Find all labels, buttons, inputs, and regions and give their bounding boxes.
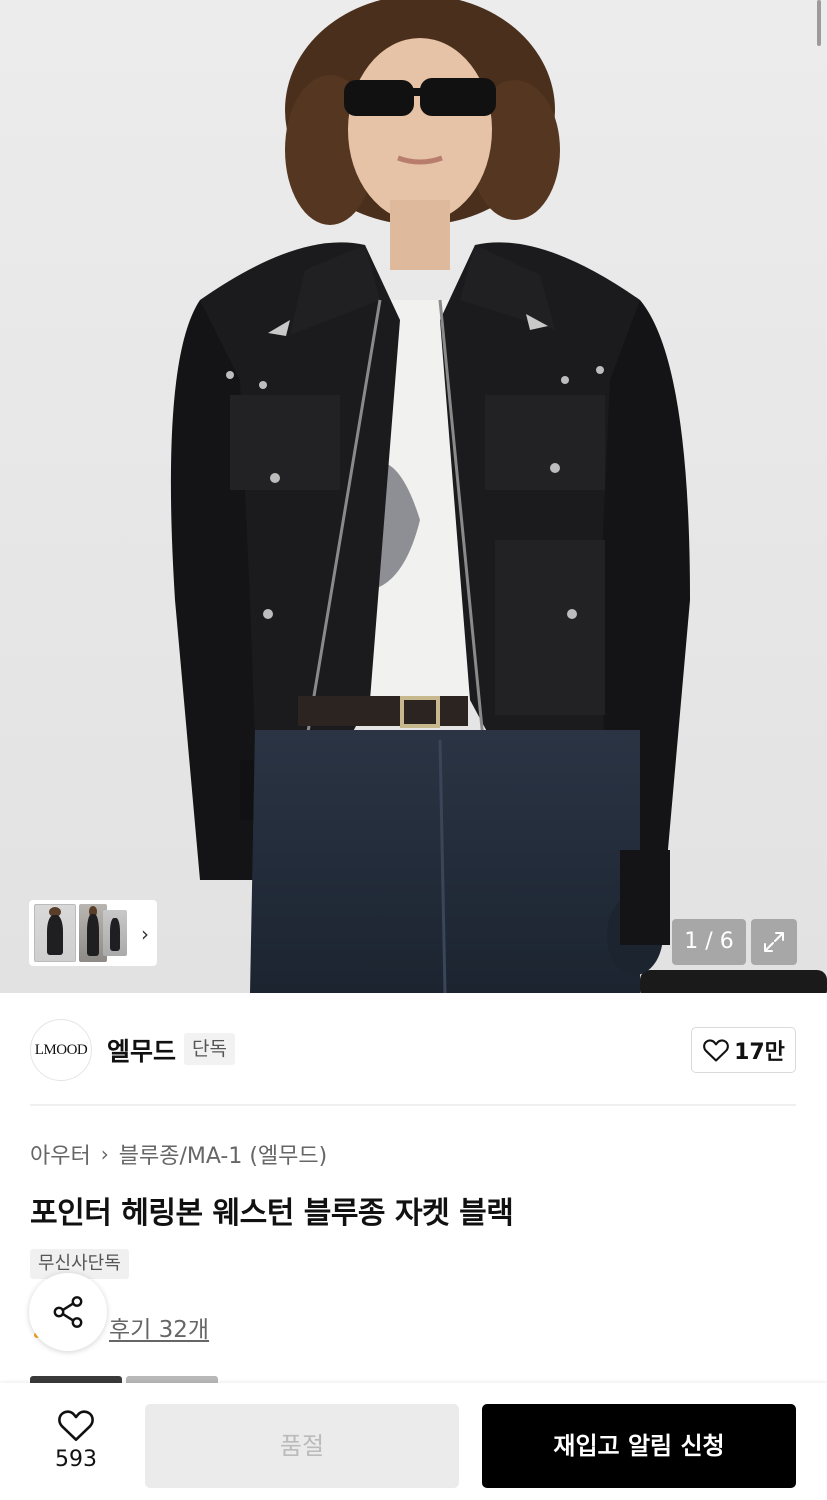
thumbnail-strip[interactable]: › [29,900,157,966]
breadcrumb-item-category[interactable]: 블루종/MA-1 (엘무드) [119,1138,328,1170]
product-title: 포인터 헤링본 웨스턴 블루종 자켓 블랙 [30,1196,514,1231]
divider [30,1104,796,1106]
brand-logo[interactable]: LMOOD [30,1019,92,1081]
breadcrumb: 아우터 › 블루종/MA-1 (엘무드) [30,1138,327,1170]
brand-name[interactable]: 엘무드 [107,1032,176,1068]
chevron-right-icon[interactable]: › [141,922,149,946]
review-link[interactable]: 후기 32개 [109,1310,209,1344]
restock-alert-button[interactable]: 재입고 알림 신청 [482,1404,796,1488]
chevron-right-icon: › [100,1142,109,1166]
product-photo [0,0,827,993]
bottom-action-bar: 593 품절 재입고 알림 신청 [0,1383,827,1500]
expand-icon [764,932,784,952]
brand-row: LMOOD 엘무드 단독 17만 [0,994,827,1106]
soldout-button: 품절 [145,1404,459,1488]
page-scrollbar[interactable] [817,0,821,46]
thumbnail-1[interactable] [34,904,76,962]
breadcrumb-item-outer[interactable]: 아우터 [30,1138,91,1170]
image-counter: 1 / 6 [672,919,746,965]
brand-like-count: 17만 [734,1040,785,1065]
share-icon [53,1296,83,1328]
exclusive-tag: 단독 [184,1033,235,1065]
wishlist-count: 593 [55,1447,97,1472]
heart-icon [58,1410,94,1442]
expand-button[interactable] [751,919,797,965]
share-button[interactable] [29,1273,107,1351]
heart-icon [703,1039,729,1062]
product-image-gallery[interactable]: › 1 / 6 [0,0,827,993]
brand-like-button[interactable]: 17만 [691,1027,796,1073]
thumbnail-3[interactable] [103,910,127,956]
wishlist-button[interactable]: 593 [30,1407,122,1487]
